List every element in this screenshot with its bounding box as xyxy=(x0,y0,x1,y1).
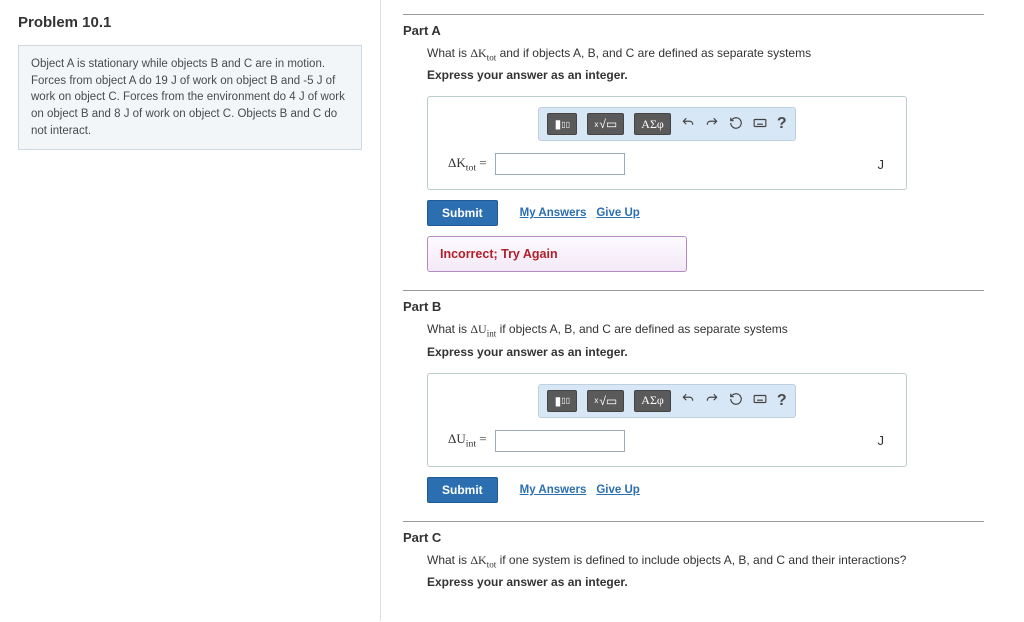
template-tool-button[interactable]: ▮▯▯ xyxy=(547,113,577,135)
part-b-input-row: ΔUint = J xyxy=(448,430,892,452)
part-b-actions: Submit My Answers Give Up xyxy=(427,477,984,503)
answer-toolbar: ▮▯▯ x√▭ ΑΣφ ? xyxy=(538,384,795,418)
part-b: Part B What is ΔUint if objects A, B, an… xyxy=(403,290,984,520)
help-icon[interactable]: ? xyxy=(777,115,787,133)
part-b-question: What is ΔUint if objects A, B, and C are… xyxy=(427,322,984,338)
greek-tool-button[interactable]: ΑΣφ xyxy=(634,113,671,135)
part-b-answer-input[interactable] xyxy=(495,430,625,452)
template-tool-button[interactable]: ▮▯▯ xyxy=(547,390,577,412)
give-up-link[interactable]: Give Up xyxy=(596,207,639,219)
problem-description: Object A is stationary while objects B a… xyxy=(18,45,362,150)
part-b-answer-area: ▮▯▯ x√▭ ΑΣφ ? ΔUint = J xyxy=(427,373,907,467)
part-a-unit: J xyxy=(878,157,885,172)
keyboard-icon[interactable] xyxy=(753,392,767,409)
undo-icon[interactable] xyxy=(681,392,695,409)
help-icon[interactable]: ? xyxy=(777,392,787,410)
part-a-question: What is ΔKtot and if objects A, B, and C… xyxy=(427,46,984,62)
part-b-header: Part B xyxy=(403,299,984,314)
part-a-answer-input[interactable] xyxy=(495,153,625,175)
my-answers-link[interactable]: My Answers xyxy=(520,484,587,496)
part-c: Part C What is ΔKtot if one system is de… xyxy=(403,521,984,607)
my-answers-link[interactable]: My Answers xyxy=(520,207,587,219)
root-tool-button[interactable]: x√▭ xyxy=(587,390,624,412)
redo-icon[interactable] xyxy=(705,392,719,409)
parts-container: Part A What is ΔKtot and if objects A, B… xyxy=(380,0,1024,621)
part-c-instruct: Express your answer as an integer. xyxy=(427,575,984,589)
give-up-link[interactable]: Give Up xyxy=(596,484,639,496)
part-c-header: Part C xyxy=(403,530,984,545)
root-tool-button[interactable]: x√▭ xyxy=(587,113,624,135)
part-a-answer-area: ▮▯▯ x√▭ ΑΣφ ? ΔKtot = J xyxy=(427,96,907,190)
reset-icon[interactable] xyxy=(729,392,743,409)
part-b-instruct: Express your answer as an integer. xyxy=(427,345,984,359)
submit-button[interactable]: Submit xyxy=(427,477,498,503)
problem-sidebar: Problem 10.1 Object A is stationary whil… xyxy=(0,0,380,621)
part-a-actions: Submit My Answers Give Up xyxy=(427,200,984,226)
undo-icon[interactable] xyxy=(681,116,695,133)
keyboard-icon[interactable] xyxy=(753,116,767,133)
submit-button[interactable]: Submit xyxy=(427,200,498,226)
reset-icon[interactable] xyxy=(729,116,743,133)
part-b-var-label: ΔUint = xyxy=(448,431,487,450)
redo-icon[interactable] xyxy=(705,116,719,133)
part-a-var-label: ΔKtot = xyxy=(448,155,487,174)
answer-toolbar: ▮▯▯ x√▭ ΑΣφ ? xyxy=(538,107,795,141)
part-b-unit: J xyxy=(878,433,885,448)
part-a-header: Part A xyxy=(403,23,984,38)
part-a-feedback: Incorrect; Try Again xyxy=(427,236,687,272)
part-a-instruct: Express your answer as an integer. xyxy=(427,68,984,82)
part-a: Part A What is ΔKtot and if objects A, B… xyxy=(403,14,984,290)
problem-title: Problem 10.1 xyxy=(18,14,362,31)
part-a-input-row: ΔKtot = J xyxy=(448,153,892,175)
part-c-question: What is ΔKtot if one system is defined t… xyxy=(427,553,984,569)
greek-tool-button[interactable]: ΑΣφ xyxy=(634,390,671,412)
